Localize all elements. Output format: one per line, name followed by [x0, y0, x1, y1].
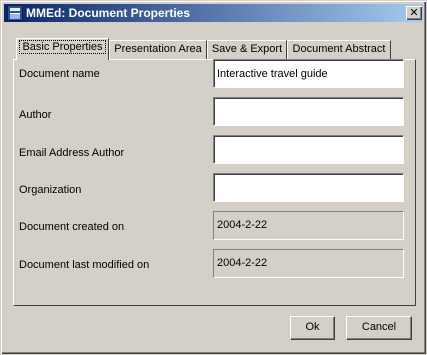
organization-label: Organization — [19, 184, 82, 196]
tab-save-export-label: Save & Export — [211, 43, 283, 55]
author-label: Author — [19, 109, 52, 121]
document-name-field[interactable] — [213, 59, 404, 88]
tab-basic-properties-label: Basic Properties — [19, 40, 106, 54]
cancel-button[interactable]: Cancel — [346, 316, 412, 340]
created-on-value: 2004-2-22 — [213, 211, 404, 240]
email-author-field[interactable] — [213, 135, 404, 164]
author-field[interactable] — [213, 97, 404, 126]
email-author-label: Email Address Author — [19, 147, 125, 159]
tab-presentation-area[interactable]: Presentation Area — [109, 40, 207, 59]
window-title: MMEd: Document Properties — [26, 6, 191, 20]
ok-button[interactable]: Ok — [290, 316, 335, 340]
title-bar[interactable]: MMEd: Document Properties ✕ — [4, 4, 423, 22]
last-modified-value: 2004-2-22 — [213, 249, 404, 278]
document-properties-dialog: MMEd: Document Properties ✕ Basic Proper… — [0, 0, 427, 355]
created-on-label: Document created on — [19, 221, 125, 233]
organization-field[interactable] — [213, 173, 404, 202]
close-button[interactable]: ✕ — [406, 6, 422, 20]
tab-document-abstract-label: Document Abstract — [292, 43, 386, 55]
tab-save-export[interactable]: Save & Export — [207, 40, 287, 59]
tab-presentation-area-label: Presentation Area — [114, 43, 202, 55]
tab-document-abstract[interactable]: Document Abstract — [287, 40, 391, 59]
tab-basic-properties[interactable]: Basic Properties — [16, 38, 109, 60]
last-modified-label: Document last modified on — [19, 259, 150, 271]
document-name-label: Document name — [19, 68, 100, 80]
mmed-app-icon — [7, 5, 23, 21]
close-icon: ✕ — [409, 6, 419, 19]
